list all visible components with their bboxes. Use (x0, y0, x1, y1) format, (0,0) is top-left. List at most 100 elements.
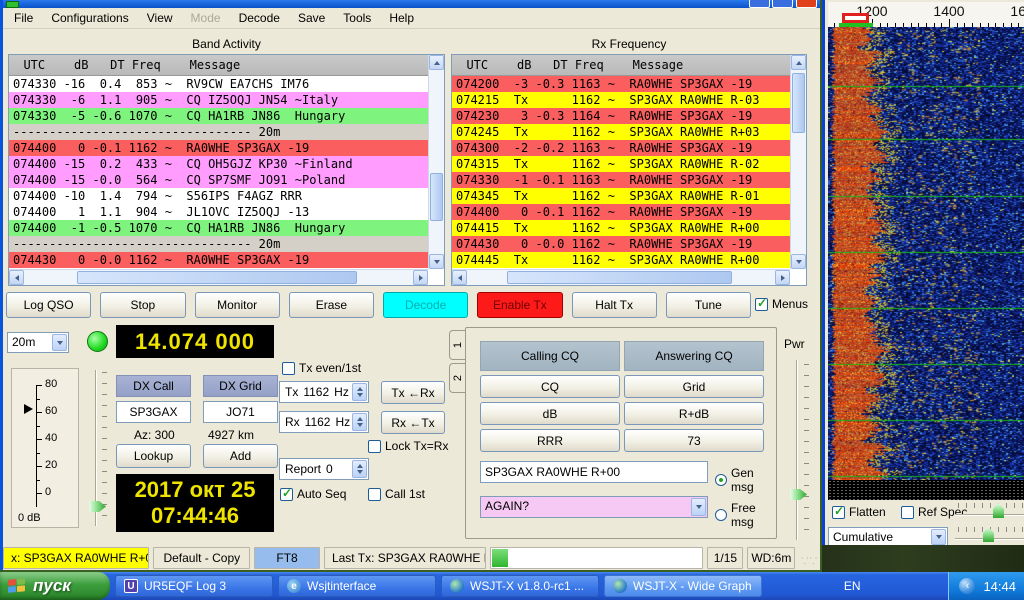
menu-configurations[interactable]: Configurations (42, 9, 137, 27)
msg-button-rdb[interactable]: R+dB (624, 402, 764, 425)
language-indicator[interactable]: EN (844, 579, 867, 593)
taskbar-task[interactable]: WSJT-X v1.8.0-rc1 ... (441, 575, 599, 597)
menus-checkbox-row[interactable]: Menus (755, 297, 808, 311)
menu-help[interactable]: Help (380, 9, 423, 27)
free-msg-radio[interactable] (715, 509, 727, 521)
menu-tools[interactable]: Tools (334, 9, 380, 27)
taskbar-task[interactable]: WSJT-X - Wide Graph (604, 575, 762, 597)
add-button[interactable]: Add (203, 444, 278, 468)
msg-button-grid[interactable]: Grid (624, 375, 764, 398)
scroll-thumb[interactable] (430, 173, 443, 221)
free-msg-select[interactable]: AGAIN? (480, 496, 708, 518)
decode-row[interactable]: 074400 -15 0.2 433 ~ CQ OH5GJZ KP30 ~Fin… (9, 156, 428, 172)
dx-call-field[interactable]: SP3GAX (116, 401, 191, 423)
scroll-down-icon[interactable] (429, 254, 444, 269)
gen-msg-radio[interactable] (715, 474, 727, 486)
halt-tx-button[interactable]: Halt Tx (572, 292, 657, 318)
scroll-right-icon[interactable] (413, 270, 428, 285)
menus-checkbox[interactable] (755, 298, 768, 311)
monitor-button[interactable]: Monitor (195, 292, 280, 318)
taskbar-task[interactable]: eWsjtinterface (278, 575, 436, 597)
decode-row[interactable]: 074445 Tx 1162 ~ SP3GAX RA0WHE R+00 (452, 252, 790, 268)
erase-button[interactable]: Erase (289, 292, 374, 318)
taskbar-task[interactable]: UUR5EQF Log 3 (115, 575, 273, 597)
decode-row[interactable]: 074400 -10 1.4 794 ~ S56IPS F4AGZ RRR (9, 188, 428, 204)
call-1st-row[interactable]: Call 1st (368, 487, 425, 501)
tx-freq-spinner[interactable]: Tx1162Hz (279, 381, 369, 403)
spinner-arrows-icon[interactable] (352, 413, 367, 431)
tx-even-checkbox[interactable] (282, 362, 295, 375)
rx-frequency-vscrollbar[interactable] (790, 55, 806, 269)
menu-save[interactable]: Save (289, 9, 334, 27)
dx-grid-field[interactable]: JO71 (203, 401, 278, 423)
chevron-down-icon[interactable] (691, 498, 706, 516)
auto-seq-checkbox[interactable] (280, 488, 293, 501)
menu-decode[interactable]: Decode (230, 9, 289, 27)
gen-msg-row[interactable]: Gen msg (715, 466, 776, 494)
decode-row[interactable]: 074245 Tx 1162 ~ SP3GAX RA0WHE R+03 (452, 124, 790, 140)
period-separator-row[interactable]: --------------------------------- 20m (9, 124, 428, 140)
lock-txrx-row[interactable]: Lock Tx=Rx (368, 439, 448, 453)
tx-even-row[interactable]: Tx even/1st (282, 361, 361, 375)
hide-icons-icon[interactable]: ‹ (959, 578, 975, 594)
decode-row[interactable]: 074415 Tx 1162 ~ SP3GAX RA0WHE R+00 (452, 220, 790, 236)
decode-row[interactable]: 074430 0 -0.0 1162 ~ RA0WHE SP3GAX -19 (452, 236, 790, 252)
lock-txrx-checkbox[interactable] (368, 440, 381, 453)
maximize-button[interactable] (772, 0, 793, 8)
chevron-down-icon[interactable] (52, 334, 67, 351)
band-activity-hscrollbar[interactable] (9, 269, 428, 285)
scroll-down-icon[interactable] (791, 254, 806, 269)
msg-button-73[interactable]: 73 (624, 429, 764, 452)
flatten-checkbox[interactable] (832, 506, 845, 519)
report-spinner[interactable]: Report0 (279, 458, 369, 480)
spinner-arrows-icon[interactable] (352, 460, 367, 478)
decode-row[interactable]: 074400 0 -0.1 1162 ~ RA0WHE SP3GAX -19 (9, 140, 428, 156)
call-1st-checkbox[interactable] (368, 488, 381, 501)
decode-row[interactable]: 074330 -6 1.1 905 ~ CQ IZ5OQJ JN54 ~Ital… (9, 92, 428, 108)
tx-from-rx-button[interactable]: Tx ←Rx (381, 381, 445, 404)
scroll-thumb[interactable] (507, 271, 732, 284)
spinner-arrows-icon[interactable] (352, 383, 367, 401)
decode-row[interactable]: 074300 -2 -0.2 1163 ~ RA0WHE SP3GAX -19 (452, 140, 790, 156)
stop-button[interactable]: Stop (100, 292, 185, 318)
free-msg-row[interactable]: Free msg (715, 501, 776, 529)
rx-marker-red[interactable] (842, 13, 869, 23)
decode-row[interactable]: 074315 Tx 1162 ~ SP3GAX RA0WHE R-02 (452, 156, 790, 172)
decode-row[interactable]: 074200 -3 -0.3 1163 ~ RA0WHE SP3GAX -19 (452, 76, 790, 92)
start-button[interactable]: пуск (0, 572, 110, 600)
msg-button-cq[interactable]: CQ (480, 375, 620, 398)
rx-frequency-hscrollbar[interactable] (452, 269, 790, 285)
auto-seq-row[interactable]: Auto Seq (280, 487, 346, 501)
decode-row[interactable]: 074330 -16 0.4 853 ~ RV9CW EA7CHS IM76 (9, 76, 428, 92)
msg-button-db[interactable]: dB (480, 402, 620, 425)
band-select[interactable]: 20m (7, 332, 69, 353)
tab-2[interactable]: 2 (449, 363, 466, 393)
decode-row[interactable]: 074230 3 -0.3 1164 ~ RA0WHE SP3GAX -19 (452, 108, 790, 124)
chevron-down-icon[interactable] (931, 529, 946, 545)
ref-spec-checkbox[interactable] (901, 506, 914, 519)
scroll-thumb[interactable] (77, 271, 357, 284)
decode-row[interactable]: 074345 Tx 1162 ~ SP3GAX RA0WHE R-01 (452, 188, 790, 204)
resize-grip[interactable]: ⸪⸪ (799, 547, 820, 569)
gen-msg-input[interactable] (480, 461, 708, 483)
log-qso-button[interactable]: Log QSO (6, 292, 91, 318)
scroll-left-icon[interactable] (9, 270, 24, 285)
msg-button-rrr[interactable]: RRR (480, 429, 620, 452)
tune-button[interactable]: Tune (666, 292, 751, 318)
spectrum-mode-select[interactable]: Cumulative (828, 527, 948, 547)
decode-button[interactable]: Decode (383, 292, 468, 318)
scroll-left-icon[interactable] (452, 270, 467, 285)
lookup-button[interactable]: Lookup (116, 444, 191, 468)
decode-row[interactable]: 074430 0 -0.0 1162 ~ RA0WHE SP3GAX -19 (9, 252, 428, 268)
rx-freq-spinner[interactable]: Rx1162Hz (279, 411, 369, 433)
close-button[interactable] (796, 0, 817, 8)
band-activity-vscrollbar[interactable] (428, 55, 444, 269)
decode-row[interactable]: 074330 -5 -0.6 1070 ~ CQ HA1RB JN86 Hung… (9, 108, 428, 124)
scroll-up-icon[interactable] (429, 55, 444, 70)
decode-row[interactable]: 074400 1 1.1 904 ~ JL1OVC IZ5OQJ -13 (9, 204, 428, 220)
scroll-right-icon[interactable] (775, 270, 790, 285)
title-bar[interactable] (3, 0, 820, 8)
flatten-row[interactable]: Flatten (832, 505, 886, 519)
scroll-thumb[interactable] (792, 73, 805, 133)
decode-row[interactable]: 074400 -1 -0.5 1070 ~ CQ HA1RB JN86 Hung… (9, 220, 428, 236)
